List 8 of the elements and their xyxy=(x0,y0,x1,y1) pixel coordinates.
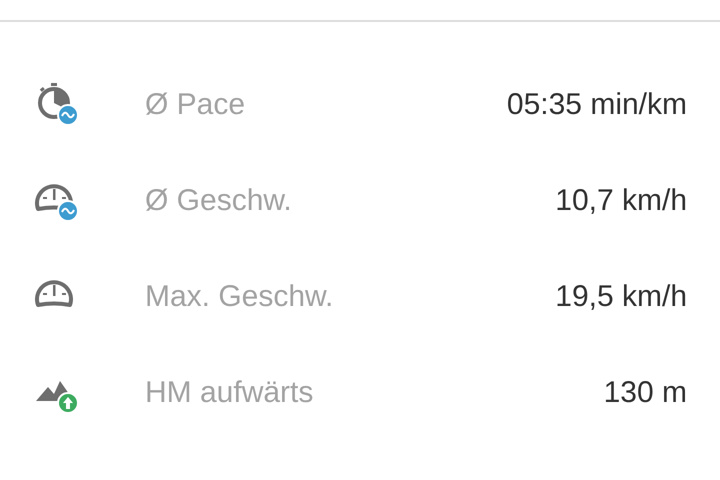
stat-value: 130 m xyxy=(604,374,687,410)
stat-label: Max. Geschw. xyxy=(145,278,334,314)
stat-value: 05:35 min/km xyxy=(506,86,687,122)
stat-value: 19,5 km/h xyxy=(555,278,687,314)
stat-label: Ø Pace xyxy=(145,86,246,122)
stat-label: Ø Geschw. xyxy=(145,182,293,218)
stat-value: 10,7 km/h xyxy=(555,182,687,218)
stat-label: HM aufwärts xyxy=(145,374,314,410)
